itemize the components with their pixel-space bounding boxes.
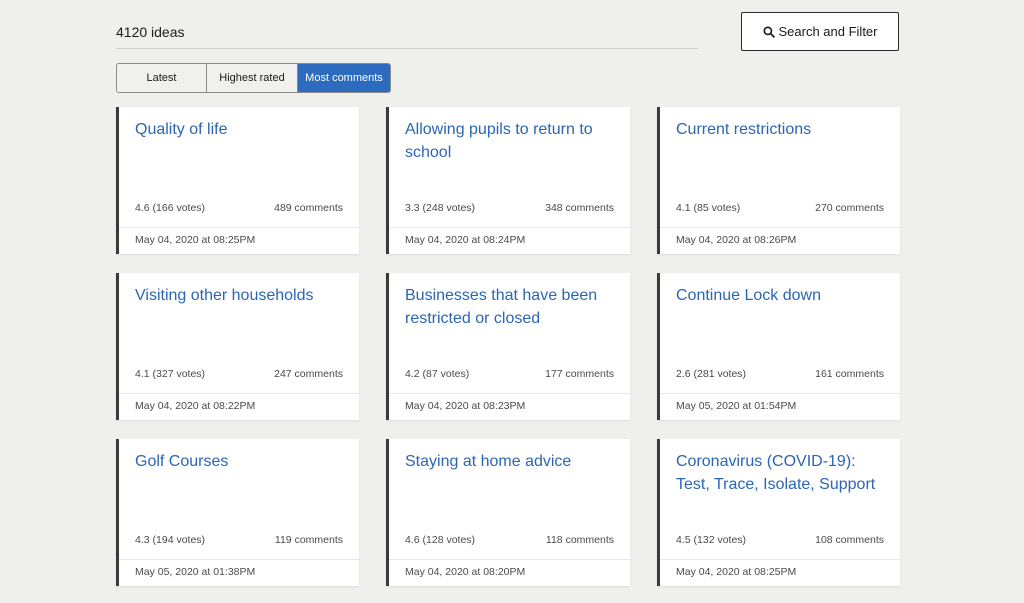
idea-stats: 4.6 (166 votes) 489 comments	[135, 202, 343, 214]
idea-rating: 2.6 (281 votes)	[676, 368, 747, 380]
idea-card: Businesses that have been restricted or …	[386, 273, 630, 420]
idea-stats: 4.2 (87 votes) 177 comments	[405, 368, 614, 380]
idea-title-link[interactable]: Continue Lock down	[676, 285, 886, 308]
idea-comments-link[interactable]: 118 comments	[546, 534, 614, 546]
idea-card: Quality of life 4.6 (166 votes) 489 comm…	[116, 107, 359, 254]
idea-title-link[interactable]: Visiting other households	[135, 285, 345, 308]
ideas-grid: Quality of life 4.6 (166 votes) 489 comm…	[116, 107, 900, 586]
idea-title-link[interactable]: Allowing pupils to return to school	[405, 119, 616, 164]
header-divider	[116, 48, 698, 49]
card-divider	[119, 227, 359, 228]
tab-most-comments[interactable]: Most comments	[298, 64, 390, 92]
idea-date: May 04, 2020 at 08:20PM	[405, 566, 526, 578]
idea-date: May 04, 2020 at 08:25PM	[135, 234, 256, 246]
card-divider	[660, 393, 900, 394]
idea-comments-link[interactable]: 270 comments	[815, 202, 884, 214]
idea-title-link[interactable]: Golf Courses	[135, 451, 345, 474]
idea-card: Coronavirus (COVID-19): Test, Trace, Iso…	[657, 439, 900, 586]
idea-date: May 04, 2020 at 08:22PM	[135, 400, 256, 412]
idea-card: Visiting other households 4.1 (327 votes…	[116, 273, 359, 420]
card-divider	[389, 227, 630, 228]
idea-title-link[interactable]: Coronavirus (COVID-19): Test, Trace, Iso…	[676, 451, 886, 496]
idea-comments-link[interactable]: 177 comments	[545, 368, 614, 380]
idea-stats: 4.6 (128 votes) 118 comments	[405, 534, 614, 546]
idea-stats: 2.6 (281 votes) 161 comments	[676, 368, 884, 380]
idea-title-link[interactable]: Current restrictions	[676, 119, 886, 142]
idea-card: Continue Lock down 2.6 (281 votes) 161 c…	[657, 273, 900, 420]
ideas-page: 4120 ideas Search and Filter Latest High…	[0, 0, 1024, 603]
idea-comments-link[interactable]: 161 comments	[815, 368, 884, 380]
idea-card: Allowing pupils to return to school 3.3 …	[386, 107, 630, 254]
idea-rating: 4.5 (132 votes)	[676, 534, 747, 546]
idea-comments-link[interactable]: 489 comments	[274, 202, 343, 214]
card-divider	[660, 227, 900, 228]
idea-rating: 4.6 (128 votes)	[405, 534, 476, 546]
idea-rating: 4.1 (85 votes)	[676, 202, 741, 214]
tab-latest[interactable]: Latest	[117, 64, 207, 92]
idea-stats: 4.1 (85 votes) 270 comments	[676, 202, 884, 214]
card-divider	[389, 393, 630, 394]
search-and-filter-button[interactable]: Search and Filter	[741, 12, 899, 51]
idea-card: Current restrictions 4.1 (85 votes) 270 …	[657, 107, 900, 254]
idea-rating: 4.6 (166 votes)	[135, 202, 206, 214]
idea-date: May 04, 2020 at 08:26PM	[676, 234, 797, 246]
idea-stats: 4.5 (132 votes) 108 comments	[676, 534, 884, 546]
sort-tabs: Latest Highest rated Most comments	[116, 63, 391, 93]
idea-rating: 4.1 (327 votes)	[135, 368, 206, 380]
idea-rating: 4.3 (194 votes)	[135, 534, 206, 546]
ideas-count: 4120 ideas	[116, 24, 185, 40]
card-divider	[660, 559, 900, 560]
idea-date: May 05, 2020 at 01:38PM	[135, 566, 256, 578]
card-divider	[389, 559, 630, 560]
idea-date: May 04, 2020 at 08:23PM	[405, 400, 526, 412]
idea-title-link[interactable]: Businesses that have been restricted or …	[405, 285, 616, 330]
idea-card: Staying at home advice 4.6 (128 votes) 1…	[386, 439, 630, 586]
idea-comments-link[interactable]: 108 comments	[815, 534, 884, 546]
card-divider	[119, 559, 359, 560]
idea-comments-link[interactable]: 119 comments	[275, 534, 343, 546]
idea-date: May 05, 2020 at 01:54PM	[676, 400, 797, 412]
idea-title-link[interactable]: Staying at home advice	[405, 451, 616, 474]
idea-stats: 4.3 (194 votes) 119 comments	[135, 534, 343, 546]
idea-title-link[interactable]: Quality of life	[135, 119, 345, 142]
tab-highest-rated[interactable]: Highest rated	[207, 64, 298, 92]
idea-stats: 4.1 (327 votes) 247 comments	[135, 368, 343, 380]
idea-comments-link[interactable]: 348 comments	[545, 202, 614, 214]
ideas-header: 4120 ideas Search and Filter	[116, 12, 899, 52]
search-icon	[762, 25, 775, 38]
search-and-filter-label: Search and Filter	[778, 24, 878, 39]
idea-date: May 04, 2020 at 08:24PM	[405, 234, 526, 246]
idea-rating: 3.3 (248 votes)	[405, 202, 476, 214]
idea-comments-link[interactable]: 247 comments	[274, 368, 343, 380]
card-divider	[119, 393, 359, 394]
idea-card: Golf Courses 4.3 (194 votes) 119 comment…	[116, 439, 359, 586]
idea-stats: 3.3 (248 votes) 348 comments	[405, 202, 614, 214]
idea-rating: 4.2 (87 votes)	[405, 368, 470, 380]
idea-date: May 04, 2020 at 08:25PM	[676, 566, 797, 578]
